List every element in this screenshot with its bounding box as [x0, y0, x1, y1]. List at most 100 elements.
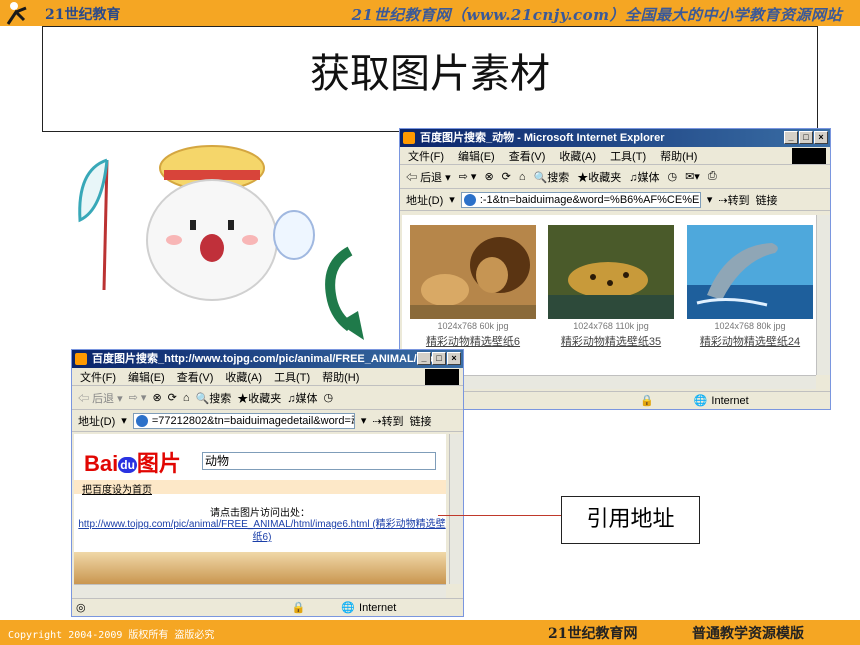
window-title: 百度图片搜索_http://www.tojpg.com/pic/animal/F… — [92, 353, 443, 365]
thumbnail-meta: 1024x768 80k jpg — [714, 321, 786, 331]
thumbnail-meta: 1024x768 60k jpg — [437, 321, 509, 331]
globe-icon: 🌐 — [693, 395, 708, 407]
back-button[interactable]: ⇦ 后退 ▾ — [78, 390, 123, 406]
page-icon — [463, 193, 476, 206]
toolbar: ⇦ 后退 ▾ ⇨ ▾ ⊗ ⟳ ⌂ 🔍搜索 ★收藏夹 ♫媒体 ◷ ✉▾ ⎙ — [400, 165, 830, 189]
close-button[interactable]: × — [447, 352, 461, 365]
toolbar: ⇦ 后退 ▾ ⇨ ▾ ⊗ ⟳ ⌂ 🔍搜索 ★收藏夹 ♫媒体 ◷ — [72, 386, 463, 410]
back-button[interactable]: ⇦ 后退 ▾ — [406, 169, 451, 185]
banner-slogan: 21世纪教育网（www.21cnjy.com）全国最大的中小学教育资源网站 — [351, 6, 842, 24]
close-button[interactable]: × — [814, 131, 828, 144]
links-button[interactable]: 链接 — [756, 192, 778, 208]
windows-flag-icon — [792, 148, 826, 164]
thumbnail-caption-link[interactable]: 精彩动物精选壁纸6 — [410, 333, 536, 349]
menu-view[interactable]: 查看(V) — [177, 369, 214, 385]
lock-icon: 🔒 — [640, 395, 654, 407]
wood-background — [74, 552, 446, 584]
page-icon — [135, 414, 148, 427]
banner-brand: 21世纪教育 — [45, 7, 121, 23]
thumbnail-meta: 1024x768 110k jpg — [573, 321, 649, 331]
minimize-button[interactable]: _ — [417, 352, 431, 365]
menu-tools[interactable]: 工具(T) — [610, 148, 646, 164]
thumbnail-caption-link[interactable]: 精彩动物精选壁纸24 — [687, 333, 813, 349]
window-title: 百度图片搜索_动物 - Microsoft Internet Explorer — [420, 132, 665, 144]
address-dropdown-icon[interactable]: ▾ — [361, 414, 367, 427]
vertical-scrollbar[interactable] — [449, 434, 463, 584]
favorites-button[interactable]: ★收藏夹 — [237, 390, 281, 406]
menu-favorites[interactable]: 收藏(A) — [225, 369, 262, 385]
copyright-text: Copyright 2004-2009 版权所有 盗版必究 — [8, 630, 215, 641]
visit-prompt: 请点击图片访问出处： — [210, 508, 310, 519]
media-button[interactable]: ♫媒体 — [287, 390, 317, 406]
menu-edit[interactable]: 编辑(E) — [458, 148, 495, 164]
stop-icon[interactable]: ⊗ — [152, 391, 161, 404]
menu-help[interactable]: 帮助(H) — [660, 148, 697, 164]
thumbnail-item[interactable]: 1024x768 110k jpg 精彩动物精选壁纸35 — [548, 225, 674, 349]
menu-file[interactable]: 文件(F) — [408, 148, 444, 164]
media-button[interactable]: ♫媒体 — [629, 169, 659, 185]
footer-template: 普通教学资源模版 — [692, 626, 804, 642]
browser-window-image-detail: 百度图片搜索_http://www.tojpg.com/pic/animal/F… — [71, 349, 464, 617]
home-icon[interactable]: ⌂ — [183, 392, 190, 404]
callout-connector-line — [438, 515, 562, 516]
mascot-illustration — [78, 145, 315, 301]
vertical-scrollbar[interactable] — [816, 215, 830, 375]
horizontal-scrollbar[interactable] — [74, 584, 446, 598]
page-status-icon: ◎ — [76, 602, 86, 614]
menu-view[interactable]: 查看(V) — [509, 148, 546, 164]
ie-app-icon — [75, 353, 87, 365]
baidu-logo[interactable]: Bai du图片 — [84, 446, 181, 478]
address-bar: 地址(D) ▾ :-1&tn=baiduimage&word=%B6%AF%CE%… — [400, 189, 830, 211]
menu-bar: 文件(F) 编辑(E) 查看(V) 收藏(A) 工具(T) 帮助(H) — [72, 368, 463, 386]
horizontal-scrollbar[interactable] — [402, 375, 816, 389]
thumbnail-item[interactable]: 1024x768 60k jpg 精彩动物精选壁纸6 — [410, 225, 536, 349]
maximize-button[interactable]: □ — [799, 131, 813, 144]
history-icon[interactable]: ◷ — [667, 170, 677, 183]
menu-tools[interactable]: 工具(T) — [274, 369, 310, 385]
status-bar: ◎ 🔒 🌐 Internet — [72, 598, 463, 616]
history-icon[interactable]: ◷ — [323, 391, 333, 404]
address-label: 地址(D) — [78, 415, 116, 428]
search-input[interactable]: 动物 — [202, 452, 436, 470]
slide-title: 获取图片素材 — [310, 51, 550, 97]
search-button[interactable]: 🔍搜索 — [196, 390, 232, 406]
menu-help[interactable]: 帮助(H) — [322, 369, 359, 385]
maximize-button[interactable]: □ — [432, 352, 446, 365]
address-input[interactable]: =77212802&tn=baiduimagedetail&word=动物&in… — [132, 412, 355, 429]
menu-edit[interactable]: 编辑(E) — [128, 369, 165, 385]
forward-button[interactable]: ⇨ ▾ — [129, 391, 147, 404]
status-zone: Internet — [711, 394, 749, 407]
menu-file[interactable]: 文件(F) — [80, 369, 116, 385]
dolphin-image[interactable] — [687, 225, 813, 319]
jaguar-image[interactable] — [548, 225, 674, 319]
source-link[interactable]: http://www.tojpg.com/pic/animal/FREE_ANI… — [78, 518, 446, 544]
thumbnail-caption-link[interactable]: 精彩动物精选壁纸35 — [548, 333, 674, 349]
print-icon[interactable]: ⎙ — [708, 170, 717, 183]
address-input[interactable]: :-1&tn=baiduimage&word=%B6%AF%CE%EF&z=3 — [460, 191, 701, 208]
minimize-button[interactable]: _ — [784, 131, 798, 144]
go-button[interactable]: ⇢转到 — [718, 192, 749, 208]
go-button[interactable]: ⇢转到 — [372, 413, 403, 429]
stop-icon[interactable]: ⊗ — [484, 170, 493, 183]
home-icon[interactable]: ⌂ — [519, 171, 526, 183]
favorites-button[interactable]: ★收藏夹 — [577, 169, 621, 185]
thumbnail-item[interactable]: 1024x768 80k jpg 精彩动物精选壁纸24 — [687, 225, 813, 349]
set-home-link[interactable]: 把百度设为首页 — [82, 481, 152, 496]
address-bar: 地址(D) ▾ =77212802&tn=baiduimagedetail&wor… — [72, 410, 463, 432]
address-dropdown-icon[interactable]: ▾ — [707, 193, 713, 206]
reference-address-label: 引用地址 — [561, 496, 700, 544]
window-titlebar[interactable]: 百度图片搜索_动物 - Microsoft Internet Explorer … — [400, 129, 830, 147]
links-button[interactable]: 链接 — [410, 413, 432, 429]
address-label: 地址(D) — [406, 194, 444, 207]
menu-favorites[interactable]: 收藏(A) — [559, 148, 596, 164]
footer-brand: 21世纪教育网 — [548, 626, 638, 642]
lion-image[interactable] — [410, 225, 536, 319]
search-button[interactable]: 🔍搜索 — [534, 169, 570, 185]
status-zone: Internet — [359, 601, 397, 614]
forward-button[interactable]: ⇨ ▾ — [459, 170, 477, 183]
refresh-icon[interactable]: ⟳ — [168, 391, 177, 404]
refresh-icon[interactable]: ⟳ — [502, 170, 511, 183]
window-titlebar[interactable]: 百度图片搜索_http://www.tojpg.com/pic/animal/F… — [72, 350, 463, 368]
mail-icon[interactable]: ✉▾ — [685, 170, 700, 183]
page-content: 1024x768 60k jpg 精彩动物精选壁纸6 1024x768 110k… — [402, 215, 816, 375]
